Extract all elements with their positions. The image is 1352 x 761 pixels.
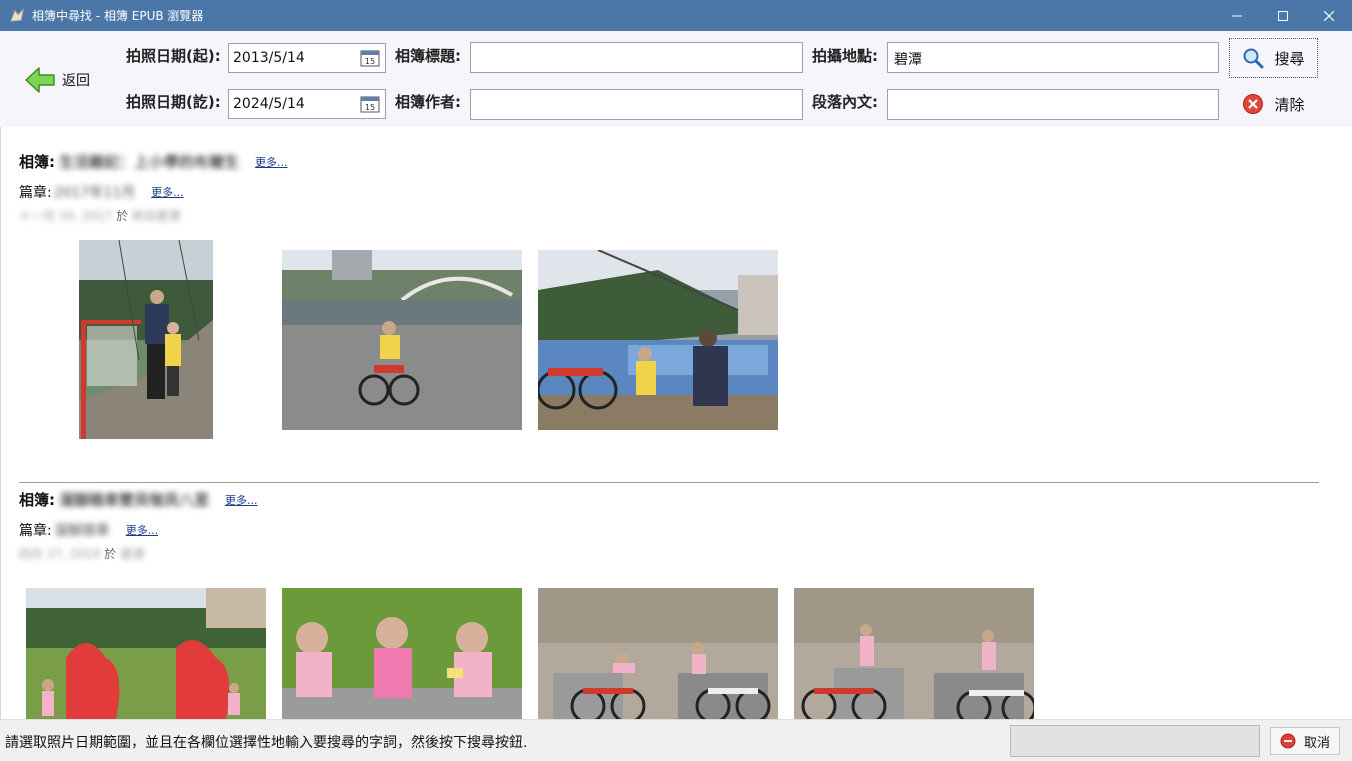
calendar-icon[interactable]: 15 — [360, 95, 380, 113]
close-button[interactable] — [1306, 0, 1352, 31]
search-button-label: 搜尋 — [1274, 49, 1305, 68]
photo-image — [794, 588, 1034, 719]
album-more-link[interactable]: 更多... — [225, 492, 258, 508]
photo-thumbnail[interactable] — [282, 588, 522, 719]
title-bar: 相簿中尋找 - 相簿 EPUB 瀏覽器 — [0, 0, 1352, 31]
chapter-more-link[interactable]: 更多... — [126, 522, 159, 538]
chapter-place: 新店碧潭 — [132, 209, 181, 223]
photo-thumbnail[interactable] — [794, 588, 1034, 719]
search-button[interactable]: 搜尋 — [1229, 38, 1318, 78]
maximize-button[interactable] — [1260, 0, 1306, 31]
photo-image — [282, 588, 522, 719]
minimize-icon — [1232, 15, 1242, 16]
chapter-date: 四月 27, 2019 於 碧潭 — [19, 545, 144, 562]
photo-thumbnail[interactable] — [79, 240, 213, 439]
date-start-picker[interactable]: 2013/5/14 15 — [228, 43, 386, 73]
clear-button-label: 清除 — [1274, 95, 1305, 114]
album-title-input[interactable] — [470, 42, 803, 73]
photo-image — [538, 250, 778, 430]
album-author-input[interactable] — [470, 89, 803, 120]
chapter-date-text: 十一月 10, 2017 — [19, 209, 113, 223]
back-arrow-icon — [25, 67, 55, 93]
cancel-button-label: 取消 — [1303, 735, 1330, 751]
photo-thumbnail[interactable] — [538, 588, 778, 719]
close-icon — [1324, 10, 1334, 21]
album-name: 生活雜記：上小學的布爾生 — [59, 153, 240, 171]
status-bar: 請選取照片日期範圍，並且在各欄位選擇性地輸入要搜尋的字詞，然後按下搜尋按鈕. 取… — [0, 719, 1352, 761]
search-panel: 返回 拍照日期(起): 2013/5/14 15 拍照日期(訖): 2024/5… — [0, 31, 1352, 127]
date-end-label: 拍照日期(訖): — [126, 93, 221, 111]
album-more-link[interactable]: 更多... — [255, 154, 288, 170]
svg-text:15: 15 — [365, 57, 375, 66]
magnifier-icon — [1243, 48, 1264, 69]
date-start-label: 拍照日期(起): — [126, 47, 221, 65]
location-input[interactable]: 碧潭 — [887, 42, 1219, 73]
window-title: 相簿中尋找 - 相簿 EPUB 瀏覽器 — [32, 9, 204, 23]
album-header: 相簿: 溜腳踏車雙貝咖貝八里 更多... — [19, 489, 258, 510]
results-area[interactable]: 相簿: 生活雜記：上小學的布爾生 更多... 篇章: 2017年11月 更多..… — [0, 127, 1352, 719]
cancel-button[interactable]: 取消 — [1270, 727, 1340, 755]
paragraph-label: 段落內文: — [812, 93, 878, 111]
minimize-button[interactable] — [1214, 0, 1260, 31]
result-divider — [19, 482, 1319, 483]
chapter-header: 篇章: 溜腳踏車 更多... — [19, 520, 158, 540]
chapter-name: 2017年11月 — [53, 185, 136, 201]
album-header: 相簿: 生活雜記：上小學的布爾生 更多... — [19, 151, 288, 172]
paragraph-input[interactable] — [887, 89, 1219, 120]
cancel-icon — [1280, 733, 1296, 749]
photo-thumbnail[interactable] — [26, 588, 266, 719]
progress-bar — [1010, 725, 1260, 757]
chapter-prefix: 篇章: — [19, 523, 52, 539]
photo-image — [79, 240, 213, 439]
calendar-icon[interactable]: 15 — [360, 49, 380, 67]
clear-button[interactable]: 清除 — [1229, 86, 1318, 122]
photo-image — [26, 588, 266, 719]
album-title-label: 相簿標題: — [395, 47, 461, 65]
album-name: 溜腳踏車雙貝咖貝八里 — [59, 491, 210, 509]
chapter-date: 十一月 10, 2017 於 新店碧潭 — [19, 207, 180, 224]
date-start-value: 2013/5/14 — [233, 50, 305, 66]
chapter-header: 篇章: 2017年11月 更多... — [19, 182, 184, 202]
at-word: 於 — [104, 547, 117, 561]
chapter-date-text: 四月 27, 2019 — [19, 547, 101, 561]
location-label: 拍攝地點: — [812, 47, 878, 65]
svg-text:15: 15 — [365, 103, 375, 112]
photo-thumbnail[interactable] — [282, 250, 522, 430]
chapter-prefix: 篇章: — [19, 185, 52, 201]
chapter-name: 溜腳踏車 — [53, 523, 110, 539]
photo-image — [282, 250, 522, 430]
photo-image — [538, 588, 778, 719]
maximize-icon — [1278, 10, 1288, 21]
date-end-value: 2024/5/14 — [233, 96, 305, 112]
app-icon — [9, 7, 25, 24]
date-end-picker[interactable]: 2024/5/14 15 — [228, 89, 386, 119]
photo-thumbnail[interactable] — [538, 250, 778, 430]
clear-icon — [1243, 94, 1264, 114]
at-word: 於 — [116, 209, 129, 223]
chapter-place: 碧潭 — [120, 547, 145, 561]
album-author-label: 相簿作者: — [395, 93, 461, 111]
chapter-more-link[interactable]: 更多... — [151, 184, 184, 200]
back-button[interactable]: 返回 — [24, 65, 90, 95]
back-label: 返回 — [62, 73, 90, 89]
album-prefix: 相簿: — [19, 153, 55, 171]
status-message: 請選取照片日期範圍，並且在各欄位選擇性地輸入要搜尋的字詞，然後按下搜尋按鈕. — [5, 735, 528, 751]
album-prefix: 相簿: — [19, 491, 55, 509]
